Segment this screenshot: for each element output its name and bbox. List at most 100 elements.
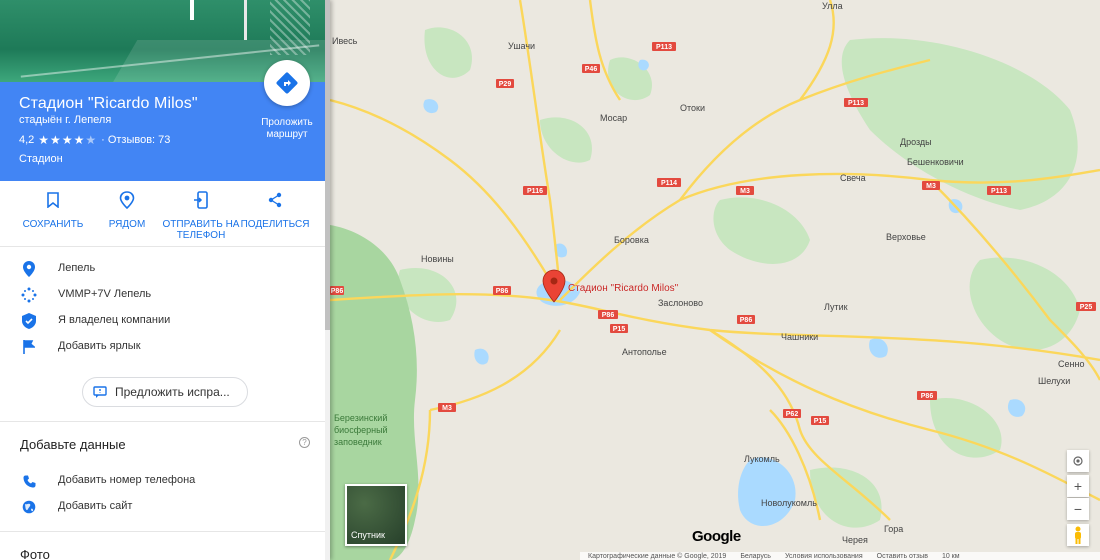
city-label: Отоки [680, 103, 705, 113]
directions-button[interactable] [264, 60, 310, 106]
info-row-label[interactable]: Добавить ярлык [0, 334, 325, 360]
place-type[interactable]: Стадион [19, 153, 63, 165]
verified-shield-icon [22, 313, 36, 329]
directions-label[interactable]: Проложить маршрут [250, 117, 324, 141]
marker-label[interactable]: Стадион "Ricardo Milos" [568, 283, 679, 294]
svg-text:P86: P86 [921, 393, 934, 400]
city-label: Ушачи [508, 41, 535, 51]
svg-text:P113: P113 [848, 100, 864, 107]
marker-dot [550, 277, 558, 285]
svg-text:P25: P25 [1080, 304, 1093, 311]
country-label[interactable]: Беларусь [740, 553, 771, 560]
zoom-out-button[interactable]: − [1067, 498, 1089, 520]
street-view-pegman[interactable] [1067, 524, 1089, 546]
plus-code-text: VMMP+7V Лепель [58, 288, 152, 300]
satellite-label: Спутник [351, 530, 385, 540]
divider [0, 421, 325, 422]
svg-text:P114: P114 [661, 180, 677, 187]
photo-goal-net [270, 0, 310, 55]
nearby-button[interactable]: РЯДОМ [87, 181, 167, 230]
photo-post [190, 0, 194, 20]
place-header: Стадион "Ricardo Milos" стадыён г. Лепел… [0, 60, 325, 181]
share-icon [268, 192, 282, 208]
info-row-owner[interactable]: Я владелец компании [0, 308, 325, 334]
add-website-row[interactable]: Добавить сайт [0, 494, 325, 520]
terms-link[interactable]: Условия использования [785, 553, 863, 560]
map-canvas[interactable]: P113 P46 P29 P113 P114 P116 M3 M3 P113 P… [329, 0, 1100, 560]
save-button[interactable]: СОХРАНИТЬ [13, 181, 93, 230]
add-label-text: Добавить ярлык [58, 340, 141, 352]
location-pin-icon [23, 261, 35, 277]
add-data-list: Добавить номер телефона Добавить сайт [0, 468, 325, 520]
svg-text:P15: P15 [613, 326, 626, 333]
rating-stars: ★★★★★ [38, 133, 97, 147]
city-label: Лукомль [744, 454, 780, 464]
reviews-count[interactable]: · Отзывов: 73 [101, 134, 170, 146]
share-button[interactable]: ПОДЕЛИТЬСЯ [235, 181, 315, 230]
add-phone-text: Добавить номер телефона [58, 474, 196, 486]
road-shield: M3 [922, 181, 940, 190]
add-data-title: Добавьте данные [20, 437, 126, 452]
my-location-icon [1073, 456, 1083, 466]
road-shield: P116 [523, 186, 547, 195]
road-shield: P86 [493, 286, 511, 295]
suggest-edit-button[interactable]: Предложить испра... [82, 377, 248, 407]
place-subtitle[interactable]: стадыён г. Лепеля [19, 114, 111, 126]
road-shield: P113 [987, 186, 1011, 195]
road-shield: P113 [652, 42, 676, 51]
city-label: Верховье [886, 232, 926, 242]
road-shield: P25 [1076, 302, 1096, 311]
svg-text:P86: P86 [331, 288, 344, 295]
city-label: Бешенковичи [907, 157, 964, 167]
scale-label[interactable]: 10 км [942, 553, 960, 560]
info-row-address[interactable]: Лепель [0, 256, 325, 282]
svg-text:P86: P86 [602, 312, 615, 319]
feedback-icon [93, 386, 107, 398]
info-row-plus-code[interactable]: VMMP+7V Лепель [0, 282, 325, 308]
help-icon[interactable]: ? [299, 437, 310, 448]
road-shield: P86 [330, 286, 344, 295]
svg-text:P113: P113 [991, 188, 1007, 195]
send-to-phone-icon [194, 191, 208, 209]
satellite-toggle[interactable]: Спутник [345, 484, 407, 546]
my-location-button[interactable] [1067, 450, 1089, 472]
road-shield: P15 [811, 416, 829, 425]
city-label: Свеча [840, 173, 866, 183]
divider [0, 531, 325, 532]
send-to-phone-button[interactable]: ОТПРАВИТЬ НА ТЕЛЕФОН [161, 181, 241, 241]
city-label: Заслоново [658, 298, 703, 308]
svg-text:P46: P46 [585, 66, 598, 73]
city-label: Шелухи [1038, 376, 1070, 386]
google-logo: Google [692, 528, 741, 545]
svg-text:P86: P86 [740, 317, 753, 324]
map-data-credit[interactable]: Картографические данные © Google, 2019 [588, 553, 726, 560]
svg-text:P15: P15 [814, 418, 827, 425]
globe-icon [22, 500, 36, 514]
star-icon: ★★★★ [38, 133, 86, 147]
phone-icon [23, 475, 35, 487]
suggest-edit-label: Предложить испра... [115, 385, 230, 399]
place-title: Стадион "Ricardo Milos" [19, 95, 198, 112]
save-label: СОХРАНИТЬ [22, 219, 84, 230]
add-phone-row[interactable]: Добавить номер телефона [0, 468, 325, 494]
road-shield: P29 [496, 79, 514, 88]
city-label: Антополье [622, 347, 667, 357]
city-label: Черея [842, 535, 868, 545]
road-shield: M3 [438, 403, 456, 412]
owner-text: Я владелец компании [58, 314, 171, 326]
city-label: Новины [421, 254, 454, 264]
nearby-label: РЯДОМ [108, 219, 146, 230]
address-text: Лепель [58, 262, 96, 274]
city-label: Сенно [1058, 359, 1084, 369]
share-label: ПОДЕЛИТЬСЯ [240, 219, 310, 230]
scrollbar-thumb[interactable] [325, 0, 330, 330]
map-svg[interactable]: P113 P46 P29 P113 P114 P116 M3 M3 P113 P… [329, 0, 1100, 560]
sidebar-scrollbar[interactable] [325, 0, 330, 560]
rating-row[interactable]: 4,2 ★★★★★ · Отзывов: 73 [19, 133, 170, 147]
action-bar: СОХРАНИТЬ РЯДОМ ОТПРАВИТЬ НА ТЕЛЕФОН ПОД… [0, 181, 325, 247]
zoom-in-button[interactable]: + [1067, 475, 1089, 497]
road-shield: P86 [598, 310, 618, 319]
feedback-link[interactable]: Оставить отзыв [877, 553, 928, 560]
place-panel: Стадион "Ricardo Milos" стадыён г. Лепел… [0, 0, 330, 560]
map-footer: Картографические данные © Google, 2019 Б… [580, 552, 1100, 560]
